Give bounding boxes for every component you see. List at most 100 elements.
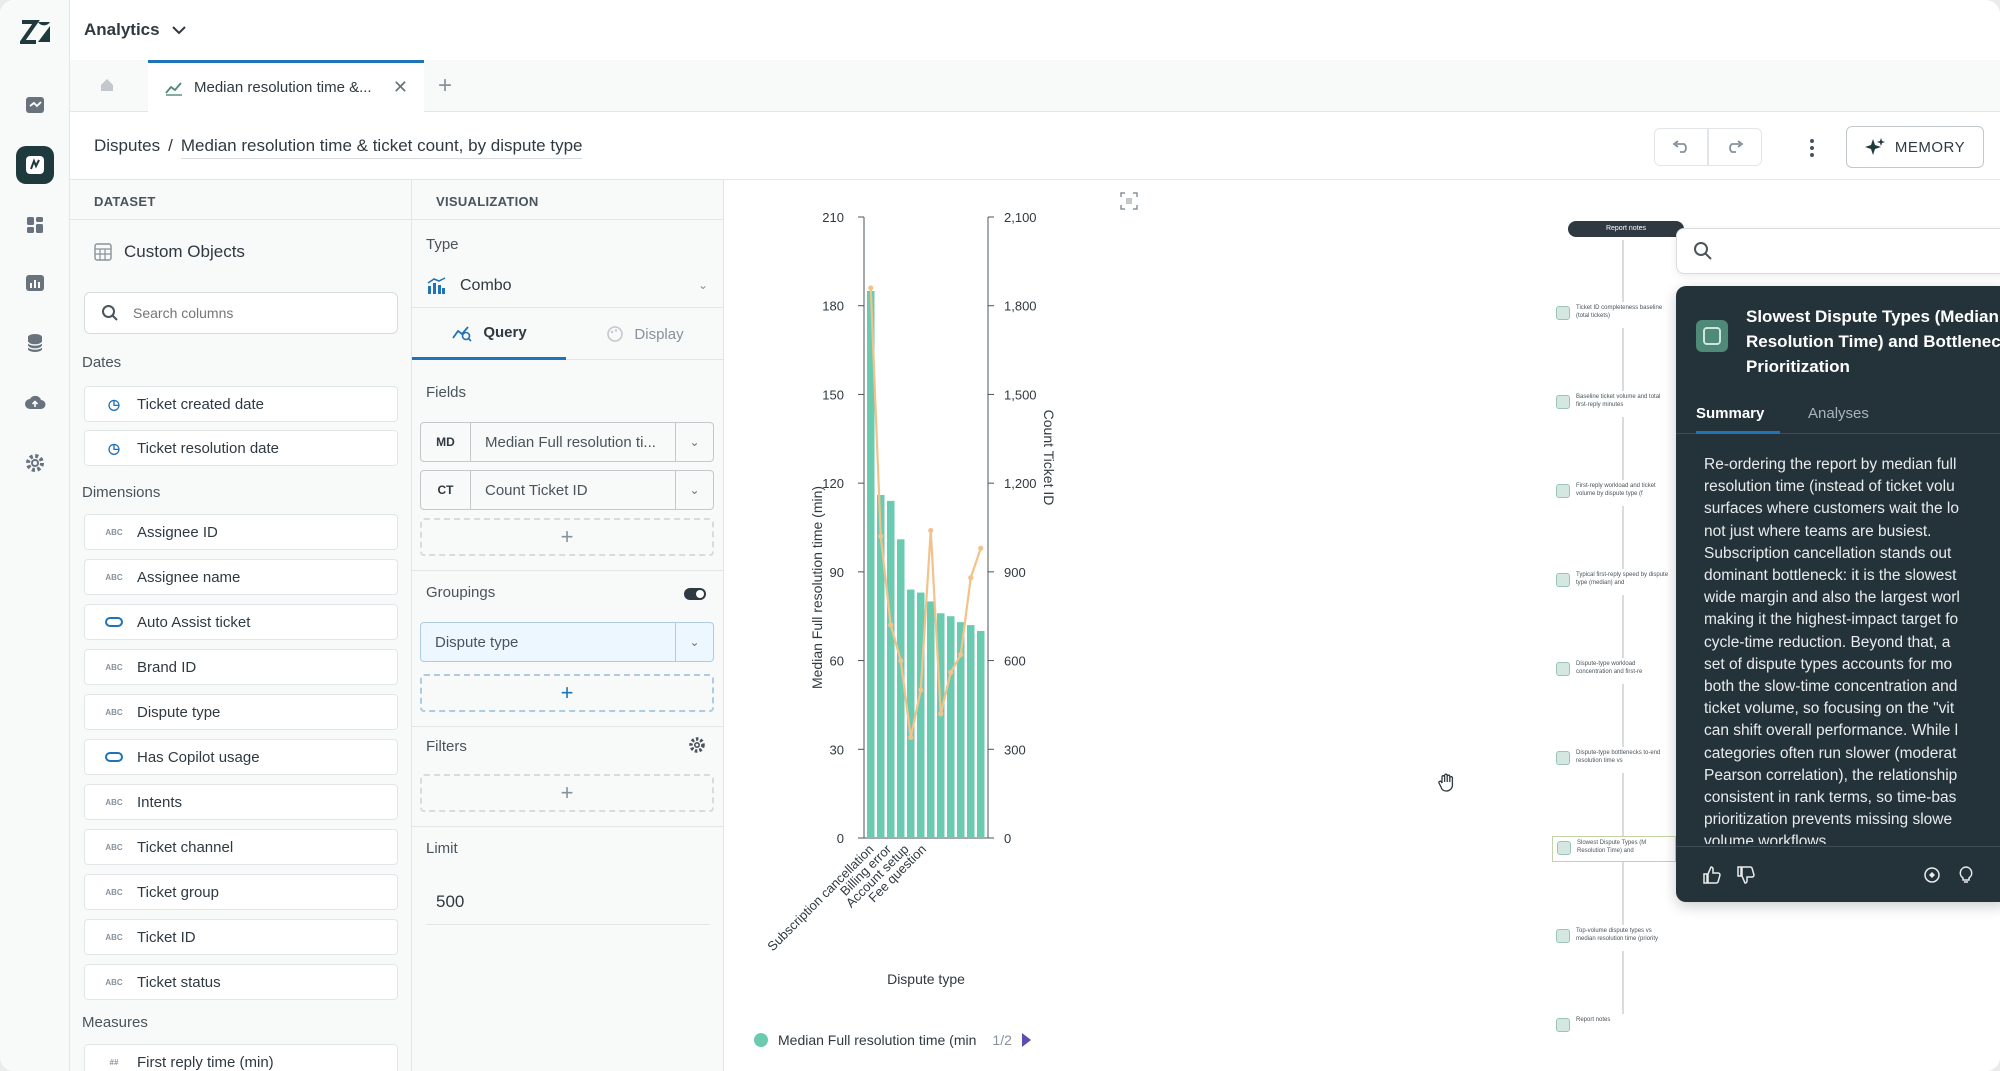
flow-connector (1622, 240, 1624, 1040)
field-count-ticket-id[interactable]: CT Count Ticket ID ⌄ (420, 470, 714, 510)
column-assignee-id[interactable]: ABC Assignee ID (84, 514, 398, 550)
add-filter-dropzone[interactable]: + (420, 774, 714, 812)
column-label: Ticket created date (137, 395, 265, 413)
search-columns-input[interactable] (133, 305, 363, 321)
flow-node[interactable]: Report notes (1552, 1014, 1676, 1040)
flow-node[interactable]: Baseline ticket volume and total first-r… (1552, 391, 1676, 417)
tab-summary[interactable]: Summary (1696, 394, 1780, 434)
line-chart-icon (165, 81, 182, 96)
line-point (908, 734, 914, 741)
focus-frame-icon[interactable] (1120, 192, 1138, 210)
legend-next-icon[interactable] (1021, 1033, 1031, 1047)
report-tabs: Median resolution time &... ✕ + (70, 60, 2000, 112)
column-label: Ticket channel (137, 838, 234, 856)
chart-type-select[interactable]: Combo ⌄ (412, 264, 724, 308)
column-intents[interactable]: ABC Intents (84, 784, 398, 820)
visualization-panel: VISUALIZATION Type Combo ⌄ Query Display (412, 180, 724, 1071)
chevron-down-icon[interactable]: ⌄ (675, 471, 713, 509)
column-ticket-created-date[interactable]: ◷ Ticket created date (84, 386, 398, 422)
node-label: Ticket ID completeness baseline (total t… (1576, 305, 1663, 319)
tab-analyses[interactable]: Analyses (1808, 394, 1869, 434)
flow-node[interactable]: Dispute-type bottlenecks to-end resoluti… (1552, 747, 1676, 773)
undo-button[interactable] (1654, 128, 1708, 166)
column-ticket-id[interactable]: ABC Ticket ID (84, 919, 398, 955)
limit-input[interactable]: 500 (436, 892, 464, 912)
regenerate-icon[interactable] (1922, 865, 1942, 885)
column-ticket-status[interactable]: ABC Ticket status (84, 964, 398, 1000)
column-first-reply-time[interactable]: ## First reply time (min) (84, 1044, 398, 1071)
flow-node[interactable]: Top-volume dispute types vs median resol… (1552, 925, 1676, 951)
line-point (928, 527, 934, 534)
charts-nav-icon[interactable] (16, 264, 54, 302)
dataset-name-label: Custom Objects (124, 242, 245, 261)
divider (412, 726, 724, 727)
product-switcher-label[interactable]: Analytics (84, 20, 160, 40)
chevron-down-icon[interactable] (170, 21, 188, 39)
y-tick-label-right: 1,200 (1004, 476, 1037, 491)
thumbs-down-icon[interactable] (1736, 865, 1756, 885)
settings-nav-icon[interactable] (16, 444, 54, 482)
chevron-down-icon[interactable]: ⌄ (675, 423, 713, 461)
report-title[interactable]: Median resolution time & ticket count, b… (180, 136, 583, 159)
y-tick-label-left: 30 (830, 742, 844, 757)
chevron-down-icon[interactable]: ⌄ (675, 623, 713, 661)
add-grouping-dropzone[interactable]: + (420, 674, 714, 712)
column-assignee-name[interactable]: ABC Assignee name (84, 559, 398, 595)
boolean-type-icon (105, 752, 123, 762)
column-ticket-group[interactable]: ABC Ticket group (84, 874, 398, 910)
redo-button[interactable] (1708, 128, 1762, 166)
dashboards-nav-icon[interactable] (16, 206, 54, 244)
home-icon (101, 79, 113, 91)
field-name: Count Ticket ID (485, 481, 588, 499)
number-type-icon: ## (109, 1057, 119, 1067)
insight-tabs: Summary Analyses (1676, 394, 2000, 434)
column-ticket-resolution-date[interactable]: ◷ Ticket resolution date (84, 430, 398, 466)
add-field-dropzone[interactable]: + (420, 518, 714, 556)
add-tab-icon[interactable]: + (438, 72, 452, 100)
home-tab[interactable] (92, 70, 122, 100)
flow-node-selected[interactable]: Slowest Dispute Types (M Resolution Time… (1552, 836, 1676, 862)
column-has-copilot-usage[interactable]: Has Copilot usage (84, 739, 398, 775)
breadcrumb-root[interactable]: Disputes (94, 136, 160, 156)
column-brand-id[interactable]: ABC Brand ID (84, 649, 398, 685)
flow-node[interactable]: Ticket ID completeness baseline (total t… (1552, 302, 1676, 328)
breadcrumb-separator: / (168, 136, 173, 155)
column-label: Has Copilot usage (137, 748, 260, 766)
field-tag: CT (421, 471, 471, 509)
memory-label: MEMORY (1894, 138, 1966, 156)
column-dispute-type[interactable]: ABC Dispute type (84, 694, 398, 730)
text-type-icon: ABC (105, 977, 123, 987)
column-ticket-channel[interactable]: ABC Ticket channel (84, 829, 398, 865)
memory-button[interactable]: MEMORY (1846, 126, 1984, 168)
field-median-resolution[interactable]: MD Median Full resolution ti... ⌄ (420, 422, 714, 462)
thumbs-up-icon[interactable] (1702, 865, 1722, 885)
grouping-dispute-type[interactable]: Dispute type ⌄ (420, 622, 714, 662)
tab-median-resolution[interactable]: Median resolution time &... ✕ (148, 60, 424, 112)
flow-node[interactable]: Dispute-type workload concentration and … (1552, 658, 1676, 684)
datasets-nav-icon[interactable] (16, 324, 54, 362)
flow-node[interactable]: First-reply workload and ticket volume b… (1552, 480, 1676, 506)
gear-icon[interactable] (688, 736, 706, 754)
groupings-toggle[interactable] (684, 588, 706, 600)
flow-header[interactable]: Report notes (1568, 221, 1684, 237)
search-icon (102, 305, 118, 321)
combo-chart[interactable]: 0 0 30 300 60 600 90 900 120 1,200 150 1,500 180 1,80… (724, 180, 1106, 1020)
close-icon[interactable]: ✕ (393, 77, 408, 98)
tab-query[interactable]: Query (412, 308, 566, 360)
column-auto-assist-ticket[interactable]: Auto Assist ticket (84, 604, 398, 640)
chart-type-value: Combo (460, 276, 512, 294)
reports-nav-icon[interactable] (16, 86, 54, 124)
more-options-icon[interactable] (1802, 136, 1822, 160)
analytics-nav-icon[interactable] (16, 146, 54, 184)
cloud-upload-icon[interactable] (16, 384, 54, 422)
lightbulb-icon[interactable] (1956, 865, 1976, 885)
insight-footer (1676, 846, 2000, 902)
flow-node[interactable]: Typical first-reply speed by dispute typ… (1552, 569, 1676, 595)
tab-display[interactable]: Display (568, 308, 722, 360)
zendesk-logo-icon[interactable] (20, 18, 52, 46)
search-columns-field[interactable] (84, 292, 398, 334)
sparkle-icon (1864, 138, 1885, 155)
dataset-name[interactable]: Custom Objects (94, 242, 245, 262)
canvas-search-field[interactable] (1676, 228, 2000, 274)
column-label: Intents (137, 793, 183, 811)
